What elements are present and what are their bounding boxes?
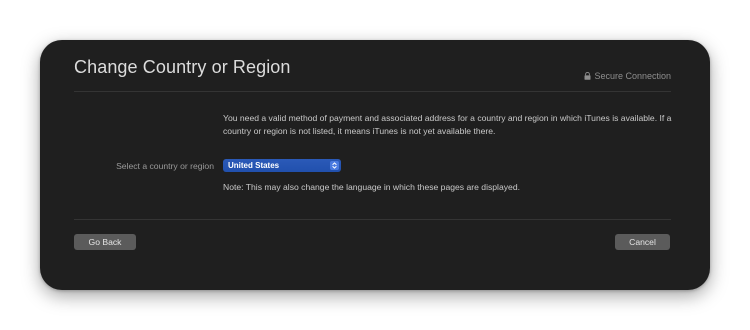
footer-divider — [74, 219, 671, 220]
lock-icon — [584, 71, 591, 80]
availability-message: You need a valid method of payment and a… — [223, 113, 672, 136]
go-back-button[interactable]: Go Back — [74, 234, 136, 250]
header-divider — [74, 91, 671, 92]
country-select-label: Select a country or region — [116, 161, 214, 171]
change-country-dialog: Change Country or Region Secure Connecti… — [40, 40, 710, 290]
cancel-button[interactable]: Cancel — [615, 234, 670, 250]
chevron-updown-icon — [330, 161, 339, 170]
secure-connection-indicator: Secure Connection — [584, 71, 671, 81]
dialog-title: Change Country or Region — [74, 57, 291, 77]
country-select-value: United States — [228, 161, 280, 170]
secure-connection-label: Secure Connection — [594, 71, 671, 81]
country-select[interactable]: United States — [223, 159, 341, 172]
language-note: Note: This may also change the language … — [223, 182, 520, 192]
